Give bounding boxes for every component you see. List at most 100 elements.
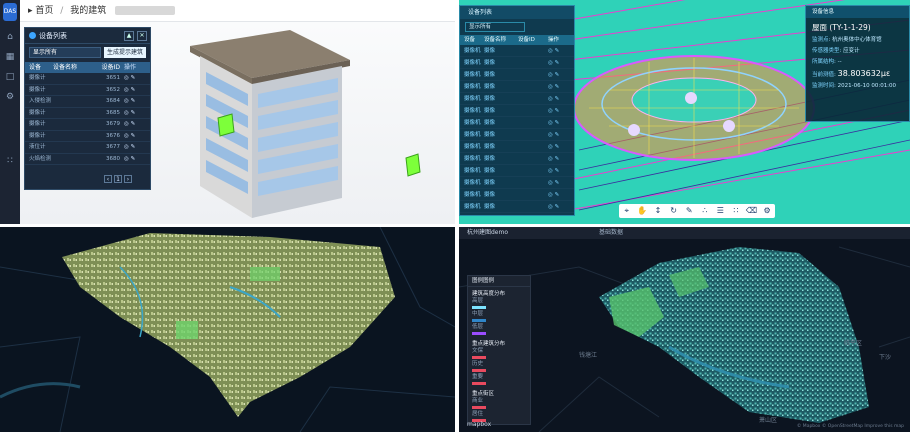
edit-icon[interactable]: ✎ [555,132,560,138]
table-row[interactable]: 摄像计 3679 ◎ ✎ [25,119,150,131]
trash-icon[interactable]: ⌫ [744,204,760,218]
table-row[interactable]: 入侵检测 3684 ◎ ✎ [25,96,150,108]
hand-icon[interactable]: ✋ [635,204,651,218]
gear-icon[interactable]: ⚙ [759,204,775,218]
legend-item[interactable]: 中层 [472,311,526,318]
table-row[interactable]: 摄像机 摄像 ◎ ✎ [460,165,574,177]
generate-button[interactable]: 生成提示建筑 [104,47,146,58]
locate-icon[interactable]: ◎ [548,156,553,162]
edit-icon[interactable]: ✎ [555,84,560,90]
table-row[interactable]: 摄像机 摄像 ◎ ✎ [460,201,574,213]
column-header[interactable]: 设备ID [88,62,124,73]
breadcrumb-home[interactable]: 首页 [35,6,53,16]
grid-icon[interactable]: ∷ [4,156,16,166]
table-row[interactable]: 摄像机 摄像 ◎ ✎ [460,69,574,81]
edit-icon[interactable]: ✎ [131,121,136,127]
table-row[interactable]: 摄像机 摄像 ◎ ✎ [460,141,574,153]
legend-item[interactable]: 低层 [472,324,526,331]
filter-select[interactable]: 显示所有 [465,22,525,32]
table-row[interactable]: 摄像机 摄像 ◎ ✎ [460,177,574,189]
sensor-marker[interactable] [723,120,735,132]
legend-item[interactable]: 高层 [472,298,526,305]
edit-icon[interactable]: ✎ [555,72,560,78]
edit-icon[interactable]: ✎ [555,156,560,162]
legend-item[interactable]: 商业 [472,398,526,405]
move-icon[interactable]: ↕ [650,204,666,218]
table-row[interactable]: 摄像机 摄像 ◎ ✎ [460,45,574,57]
locate-icon[interactable]: ◎ [548,108,553,114]
close-icon[interactable]: ✕ [137,31,147,41]
rotate-icon[interactable]: ↻ [666,204,682,218]
table-row[interactable]: 摄像计 3652 ◎ ✎ [25,85,150,96]
edit-icon[interactable]: ✎ [131,75,136,81]
locate-icon[interactable]: ◎ [124,156,129,162]
locate-icon[interactable]: ◎ [548,192,553,198]
sensor-marker[interactable] [685,92,697,104]
locate-icon[interactable]: ◎ [548,120,553,126]
edit-icon[interactable]: ✎ [555,120,560,126]
locate-icon[interactable]: ◎ [548,180,553,186]
sensor-marker[interactable] [628,124,640,136]
locate-icon[interactable]: ◎ [548,96,553,102]
locate-icon[interactable]: ◎ [124,121,129,127]
next-page-button[interactable]: › [124,175,132,183]
locate-icon[interactable]: ◎ [124,98,129,104]
edit-icon[interactable]: ✎ [555,168,560,174]
column-header[interactable]: 设备 [460,35,484,45]
column-header[interactable]: 操作 [548,35,572,45]
table-row[interactable]: 摄像计 3676 ◎ ✎ [25,131,150,142]
column-header[interactable]: 操作 [124,62,150,73]
edit-icon[interactable]: ✎ [131,98,136,104]
locate-icon[interactable]: ◎ [548,72,553,78]
locate-icon[interactable]: ◎ [548,84,553,90]
edit-icon[interactable]: ✎ [131,87,136,93]
table-row[interactable]: 摄像机 摄像 ◎ ✎ [460,81,574,93]
locate-icon[interactable]: ◎ [548,144,553,150]
file-icon[interactable]: □ [4,72,16,82]
table-row[interactable]: 摄像机 摄像 ◎ ✎ [460,57,574,69]
locate-icon[interactable]: ◎ [548,168,553,174]
pen-icon[interactable]: ✎ [681,204,697,218]
table-row[interactable]: 液位计 3677 ◎ ✎ [25,142,150,154]
locate-icon[interactable]: ◎ [548,132,553,138]
edit-icon[interactable]: ✎ [555,60,560,66]
current-page[interactable]: 1 [114,175,122,183]
edit-icon[interactable]: ✎ [131,110,136,116]
column-header[interactable]: 设备ID [518,35,548,45]
breadcrumb-my-buildings[interactable]: 我的建筑 [70,6,106,16]
table-row[interactable]: 摄像机 摄像 ◎ ✎ [460,93,574,105]
edit-icon[interactable]: ✎ [131,156,136,162]
table-row[interactable]: 火焰检测 3680 ◎ ✎ [25,154,150,165]
edit-icon[interactable]: ✎ [555,96,560,102]
table-row[interactable]: 摄像计 3685 ◎ ✎ [25,108,150,119]
map-attribution[interactable]: © Mapbox © OpenStreetMap Improve this ma… [797,424,904,429]
edit-icon[interactable]: ✎ [555,48,560,54]
table-row[interactable]: 摄像机 摄像 ◎ ✎ [460,129,574,141]
settings-icon[interactable]: ⚙ [4,92,16,102]
mapbox-logo[interactable]: mapbox [467,421,491,428]
column-header[interactable]: 设备名称 [484,35,518,45]
table-row[interactable]: 摄像计 3651 ◎ ✎ [25,73,150,85]
column-header[interactable]: 设备 [25,62,53,73]
table-row[interactable]: 摄像机 摄像 ◎ ✎ [460,189,574,201]
tab-basic-data[interactable]: 基础数据 [599,227,623,239]
locate-icon[interactable]: ◎ [124,133,129,139]
table-row[interactable]: 摄像机 摄像 ◎ ✎ [460,105,574,117]
cursor-icon[interactable]: ⌖ [619,204,635,218]
locate-icon[interactable]: ◎ [124,87,129,93]
prev-page-button[interactable]: ‹ [104,175,112,183]
locate-icon[interactable]: ◎ [548,60,553,66]
filter-select[interactable]: 显示所有 [29,47,101,58]
sensor-marker[interactable] [217,113,235,137]
legend-item[interactable]: 历史 [472,361,526,368]
table-row[interactable]: 摄像机 摄像 ◎ ✎ [460,153,574,165]
sensor-marker[interactable] [405,153,421,177]
locate-icon[interactable]: ◎ [124,75,129,81]
legend-item[interactable]: 居住 [472,411,526,418]
folder-icon[interactable]: ▦ [4,52,16,62]
edit-icon[interactable]: ✎ [131,133,136,139]
nodes-icon[interactable]: ∴ [697,204,713,218]
edit-icon[interactable]: ✎ [555,192,560,198]
column-header[interactable]: 设备名称 [53,62,88,73]
locate-icon[interactable]: ◎ [124,110,129,116]
